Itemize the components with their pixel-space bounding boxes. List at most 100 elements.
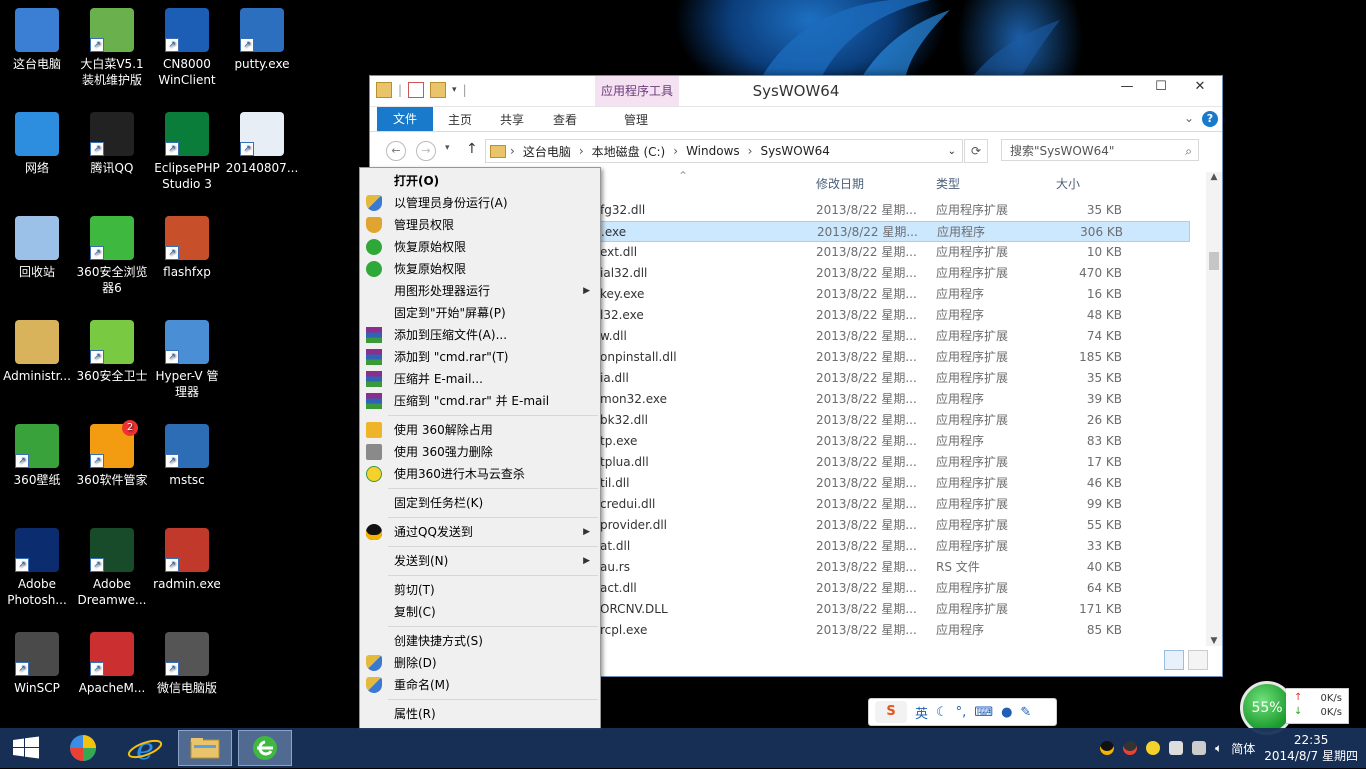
file-row[interactable]: w.dll 2013/8/22 星期... 应用程序扩展 74 KB <box>600 326 1190 347</box>
tab-manage[interactable]: 管理 <box>624 109 648 131</box>
context-menu-item[interactable]: 通过QQ发送到 ▶ <box>360 521 600 543</box>
context-menu-item[interactable]: 删除(D) <box>360 652 600 674</box>
desktop-icon[interactable]: ↗ WinSCP <box>0 626 74 696</box>
recent-locations-icon[interactable]: ▾ <box>445 143 450 153</box>
address-dropdown-icon[interactable]: ⌄ <box>948 146 956 157</box>
minimize-button[interactable]: — <box>1110 76 1144 98</box>
refresh-button[interactable]: ⟳ <box>964 139 988 163</box>
breadcrumb-local-disk[interactable]: 本地磁盘 (C:) <box>592 143 666 160</box>
search-icon[interactable]: ⌕ <box>1185 140 1192 162</box>
taskbar-360-safe-browser-button[interactable] <box>238 730 292 766</box>
context-menu-item[interactable]: 恢复原始权限 <box>360 236 600 258</box>
file-row[interactable]: tp.exe 2013/8/22 星期... 应用程序 83 KB <box>600 431 1190 452</box>
file-row[interactable]: .exe 2013/8/22 星期... 应用程序 306 KB <box>600 221 1190 242</box>
context-menu-item[interactable]: 用图形处理器运行 ▶ <box>360 280 600 302</box>
context-menu-item[interactable]: 创建快捷方式(S) <box>360 630 600 652</box>
ribbon-expand-icon[interactable]: ⌄ <box>1184 111 1194 125</box>
desktop-icon[interactable]: ↗ putty.exe <box>225 2 299 72</box>
start-button[interactable] <box>0 730 54 766</box>
desktop-icon[interactable]: ↗ 2 360软件管家 <box>75 418 149 488</box>
qq-tray-icon-2[interactable] <box>1123 741 1138 755</box>
tools-icon[interactable]: ✎ <box>1020 705 1031 720</box>
file-row[interactable]: act.dll 2013/8/22 星期... 应用程序扩展 64 KB <box>600 578 1190 599</box>
tab-share[interactable]: 共享 <box>500 109 524 131</box>
desktop-icon[interactable]: ↗ 360安全浏览 器6 <box>75 210 149 296</box>
file-row[interactable]: at.dll 2013/8/22 星期... 应用程序扩展 33 KB <box>600 536 1190 557</box>
context-menu-item[interactable]: 添加到 "cmd.rar"(T) <box>360 346 600 368</box>
desktop-icon[interactable]: ↗ ApacheM... <box>75 626 149 696</box>
context-menu-item[interactable]: 复制(C) <box>360 601 600 623</box>
desktop-icon[interactable]: ↗ 360壁纸 <box>0 418 74 488</box>
column-size[interactable]: 大小 <box>1056 170 1080 198</box>
scroll-up-icon[interactable]: ▲ <box>1206 172 1222 182</box>
context-menu-item[interactable]: 以管理员身份运行(A) <box>360 192 600 214</box>
close-button[interactable]: ✕ <box>1178 76 1222 98</box>
file-row[interactable]: ial32.dll 2013/8/22 星期... 应用程序扩展 470 KB <box>600 263 1190 284</box>
file-row[interactable]: l32.exe 2013/8/22 星期... 应用程序 48 KB <box>600 305 1190 326</box>
breadcrumb-this-pc[interactable]: 这台电脑 <box>523 143 571 160</box>
taskbar-360-browser-button[interactable] <box>56 730 110 766</box>
ime-mode[interactable]: 英 <box>915 703 928 722</box>
context-menu-item[interactable]: 压缩到 "cmd.rar" 并 E-mail <box>360 390 600 412</box>
language-indicator[interactable]: 简体 <box>1231 740 1255 757</box>
moon-icon[interactable]: ☾ <box>936 705 948 720</box>
file-row[interactable]: tplua.dll 2013/8/22 星期... 应用程序扩展 17 KB <box>600 452 1190 473</box>
network-tray-icon[interactable] <box>1192 741 1207 755</box>
maximize-button[interactable]: ☐ <box>1144 76 1178 98</box>
desktop-icon[interactable]: ↗ 大白菜V5.1 装机维护版 <box>75 2 149 88</box>
title-bar[interactable]: | ▾ | 应用程序工具 SysWOW64 — ☐ ✕ <box>370 76 1222 107</box>
volume-icon[interactable]: 🔈︎ <box>1215 741 1222 756</box>
taskbar-ie-button[interactable]: e <box>118 730 172 767</box>
tab-view[interactable]: 查看 <box>553 109 577 131</box>
desktop-icon[interactable]: ↗ EclipsePHP Studio 3 <box>150 106 224 192</box>
details-view-icon[interactable] <box>1164 650 1184 670</box>
clock[interactable]: 22:35 2014/8/7 星期四 <box>1264 732 1358 764</box>
file-row[interactable]: fg32.dll 2013/8/22 星期... 应用程序扩展 35 KB <box>600 200 1190 221</box>
forward-button[interactable]: → <box>416 141 436 161</box>
file-row[interactable]: credui.dll 2013/8/22 星期... 应用程序扩展 99 KB <box>600 494 1190 515</box>
desktop-icon[interactable]: 网络 <box>0 106 74 176</box>
scroll-thumb[interactable] <box>1209 252 1219 270</box>
context-menu-item[interactable]: 管理员权限 <box>360 214 600 236</box>
context-menu-item[interactable]: 属性(R) <box>360 703 600 725</box>
ime-toolbar[interactable]: S 英 ☾ °, ⌨ ● ✎ <box>868 698 1057 726</box>
scroll-down-icon[interactable]: ▼ <box>1206 636 1222 646</box>
context-menu-item[interactable]: 重命名(M) <box>360 674 600 696</box>
360-tray-icon[interactable] <box>1146 741 1161 755</box>
column-date[interactable]: 修改日期 <box>816 170 864 198</box>
file-row[interactable]: bk32.dll 2013/8/22 星期... 应用程序扩展 26 KB <box>600 410 1190 431</box>
search-input[interactable]: 搜索"SysWOW64" ⌕ <box>1001 139 1199 161</box>
file-row[interactable]: mon32.exe 2013/8/22 星期... 应用程序 39 KB <box>600 389 1190 410</box>
file-row[interactable]: ext.dll 2013/8/22 星期... 应用程序扩展 10 KB <box>600 242 1190 263</box>
desktop-icon[interactable]: ↗ radmin.exe <box>150 522 224 592</box>
desktop-icon[interactable]: ↗ flashfxp <box>150 210 224 280</box>
desktop-icon[interactable]: ↗ mstsc <box>150 418 224 488</box>
context-menu-item[interactable]: 压缩并 E-mail... <box>360 368 600 390</box>
vertical-scrollbar[interactable]: ▲ ▼ <box>1206 172 1222 646</box>
file-row[interactable]: til.dll 2013/8/22 星期... 应用程序扩展 46 KB <box>600 473 1190 494</box>
qq-tray-icon[interactable] <box>1100 741 1115 755</box>
file-row[interactable]: rcpl.exe 2013/8/22 星期... 应用程序 85 KB <box>600 620 1190 641</box>
desktop-icon[interactable]: 回收站 <box>0 210 74 280</box>
context-menu-item[interactable]: 使用360进行木马云查杀 <box>360 463 600 485</box>
address-bar[interactable]: › 这台电脑 › 本地磁盘 (C:) › Windows › SysWOW64 … <box>485 139 963 163</box>
desktop-icon[interactable]: 这台电脑 <box>0 2 74 72</box>
file-row[interactable]: ORCNV.DLL 2013/8/22 星期... 应用程序扩展 171 KB <box>600 599 1190 620</box>
file-row[interactable]: onpinstall.dll 2013/8/22 星期... 应用程序扩展 185 K… <box>600 347 1190 368</box>
desktop-icon[interactable]: ↗ Hyper-V 管 理器 <box>150 314 224 400</box>
desktop-icon[interactable]: ↗ Adobe Dreamwe... <box>75 522 149 608</box>
tab-file[interactable]: 文件 <box>377 107 433 131</box>
breadcrumb-syswow64[interactable]: SysWOW64 <box>760 144 829 158</box>
desktop-icon[interactable]: Administr... <box>0 314 74 384</box>
context-menu-item[interactable]: 恢复原始权限 <box>360 258 600 280</box>
file-row[interactable]: provider.dll 2013/8/22 星期... 应用程序扩展 55 KB <box>600 515 1190 536</box>
column-type[interactable]: 类型 <box>936 170 960 198</box>
user-icon[interactable]: ● <box>1001 705 1012 720</box>
context-menu-item[interactable]: 固定到"开始"屏幕(P) <box>360 302 600 324</box>
taskbar-explorer-button[interactable] <box>178 730 232 766</box>
breadcrumb-windows[interactable]: Windows <box>686 144 740 158</box>
desktop-icon[interactable]: ↗ Adobe Photosh... <box>0 522 74 608</box>
context-menu-item[interactable]: 发送到(N) ▶ <box>360 550 600 572</box>
action-center-icon[interactable] <box>1169 741 1184 755</box>
desktop-icon[interactable]: ↗ 腾讯QQ <box>75 106 149 176</box>
